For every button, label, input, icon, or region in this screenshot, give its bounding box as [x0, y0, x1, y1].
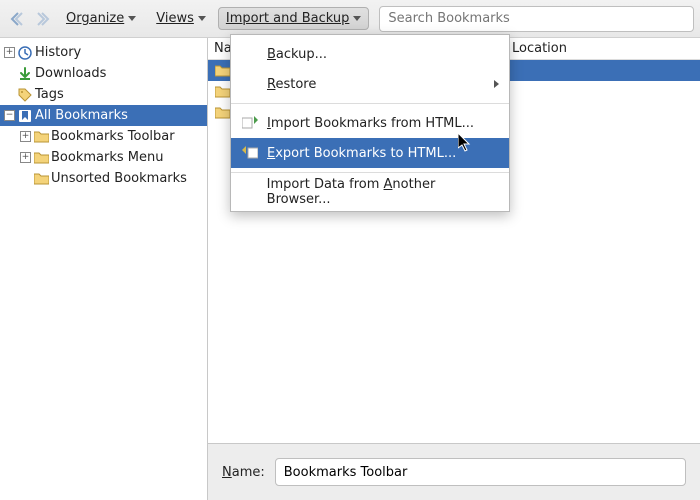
tag-icon [17, 87, 33, 103]
import-backup-menu[interactable]: Import and Backup [218, 7, 370, 30]
tree-row-unsorted[interactable]: Unsorted Bookmarks [0, 168, 207, 189]
spacer-icon [241, 46, 259, 62]
chevron-down-icon [353, 16, 361, 21]
spacer-icon [241, 184, 259, 200]
export-icon [241, 145, 259, 161]
menu-separator [231, 172, 509, 173]
views-menu[interactable]: Views [148, 7, 214, 30]
menu-item-import-html[interactable]: Import Bookmarks from HTML... [231, 108, 509, 138]
tree-row-bookmarks-menu[interactable]: + Bookmarks Menu [0, 147, 207, 168]
organize-label: Organize [66, 11, 124, 26]
tree-row-bookmarks-toolbar[interactable]: + Bookmarks Toolbar [0, 126, 207, 147]
folder-icon [33, 129, 49, 145]
spacer [4, 68, 15, 79]
tree-label: Bookmarks Menu [51, 150, 163, 165]
toolbar: Organize Views Import and Backup [0, 0, 700, 38]
sidebar: + History Downloads Tags − All Bookmarks… [0, 38, 208, 500]
menu-item-export-html[interactable]: Export Bookmarks to HTML... [231, 138, 509, 168]
folder-icon [214, 105, 230, 121]
search-container [379, 6, 694, 32]
tree-label: Unsorted Bookmarks [51, 171, 187, 186]
column-location[interactable]: Location [506, 38, 700, 59]
import-backup-dropdown: Backup... Restore Import Bookmarks from … [230, 34, 510, 212]
spacer-icon [241, 76, 259, 92]
back-button[interactable] [6, 8, 28, 30]
submenu-arrow-icon [494, 80, 499, 88]
menu-label: Export Bookmarks to HTML... [267, 146, 456, 161]
tree-row-downloads[interactable]: Downloads [0, 63, 207, 84]
name-label: Name: [222, 465, 265, 480]
tree-label: Bookmarks Toolbar [51, 129, 175, 144]
menu-item-backup[interactable]: Backup... [231, 39, 509, 69]
expand-icon[interactable]: + [20, 152, 31, 163]
folder-icon [214, 84, 230, 100]
tree-row-history[interactable]: + History [0, 42, 207, 63]
name-input[interactable] [275, 458, 686, 486]
menu-item-restore[interactable]: Restore [231, 69, 509, 99]
clock-icon [17, 45, 33, 61]
menu-label: Backup... [267, 47, 327, 62]
tree-label: All Bookmarks [35, 108, 128, 123]
menu-label: Restore [267, 77, 316, 92]
download-icon [17, 66, 33, 82]
forward-button[interactable] [32, 8, 54, 30]
tree-row-tags[interactable]: Tags [0, 84, 207, 105]
spacer [20, 173, 31, 184]
folder-icon [33, 171, 49, 187]
import-icon [241, 115, 259, 131]
chevron-down-icon [198, 16, 206, 21]
search-input[interactable] [379, 6, 694, 32]
chevron-down-icon [128, 16, 136, 21]
details-panel: Name: [208, 444, 700, 500]
bookmark-icon [17, 108, 33, 124]
menu-label: Import Data from Another Browser... [267, 177, 499, 207]
tree-label: Downloads [35, 66, 106, 81]
tree-row-all-bookmarks[interactable]: − All Bookmarks [0, 105, 207, 126]
folder-icon [214, 63, 230, 79]
expand-icon[interactable]: + [4, 47, 15, 58]
menu-item-import-browser[interactable]: Import Data from Another Browser... [231, 177, 509, 207]
organize-menu[interactable]: Organize [58, 7, 144, 30]
column-label: Location [512, 41, 567, 56]
tree-label: History [35, 45, 81, 60]
collapse-icon[interactable]: − [4, 110, 15, 121]
import-backup-label: Import and Backup [226, 11, 350, 26]
views-label: Views [156, 11, 194, 26]
menu-label: Import Bookmarks from HTML... [267, 116, 474, 131]
expand-icon[interactable]: + [20, 131, 31, 142]
menu-separator [231, 103, 509, 104]
spacer [4, 89, 15, 100]
tree-label: Tags [35, 87, 64, 102]
folder-icon [33, 150, 49, 166]
